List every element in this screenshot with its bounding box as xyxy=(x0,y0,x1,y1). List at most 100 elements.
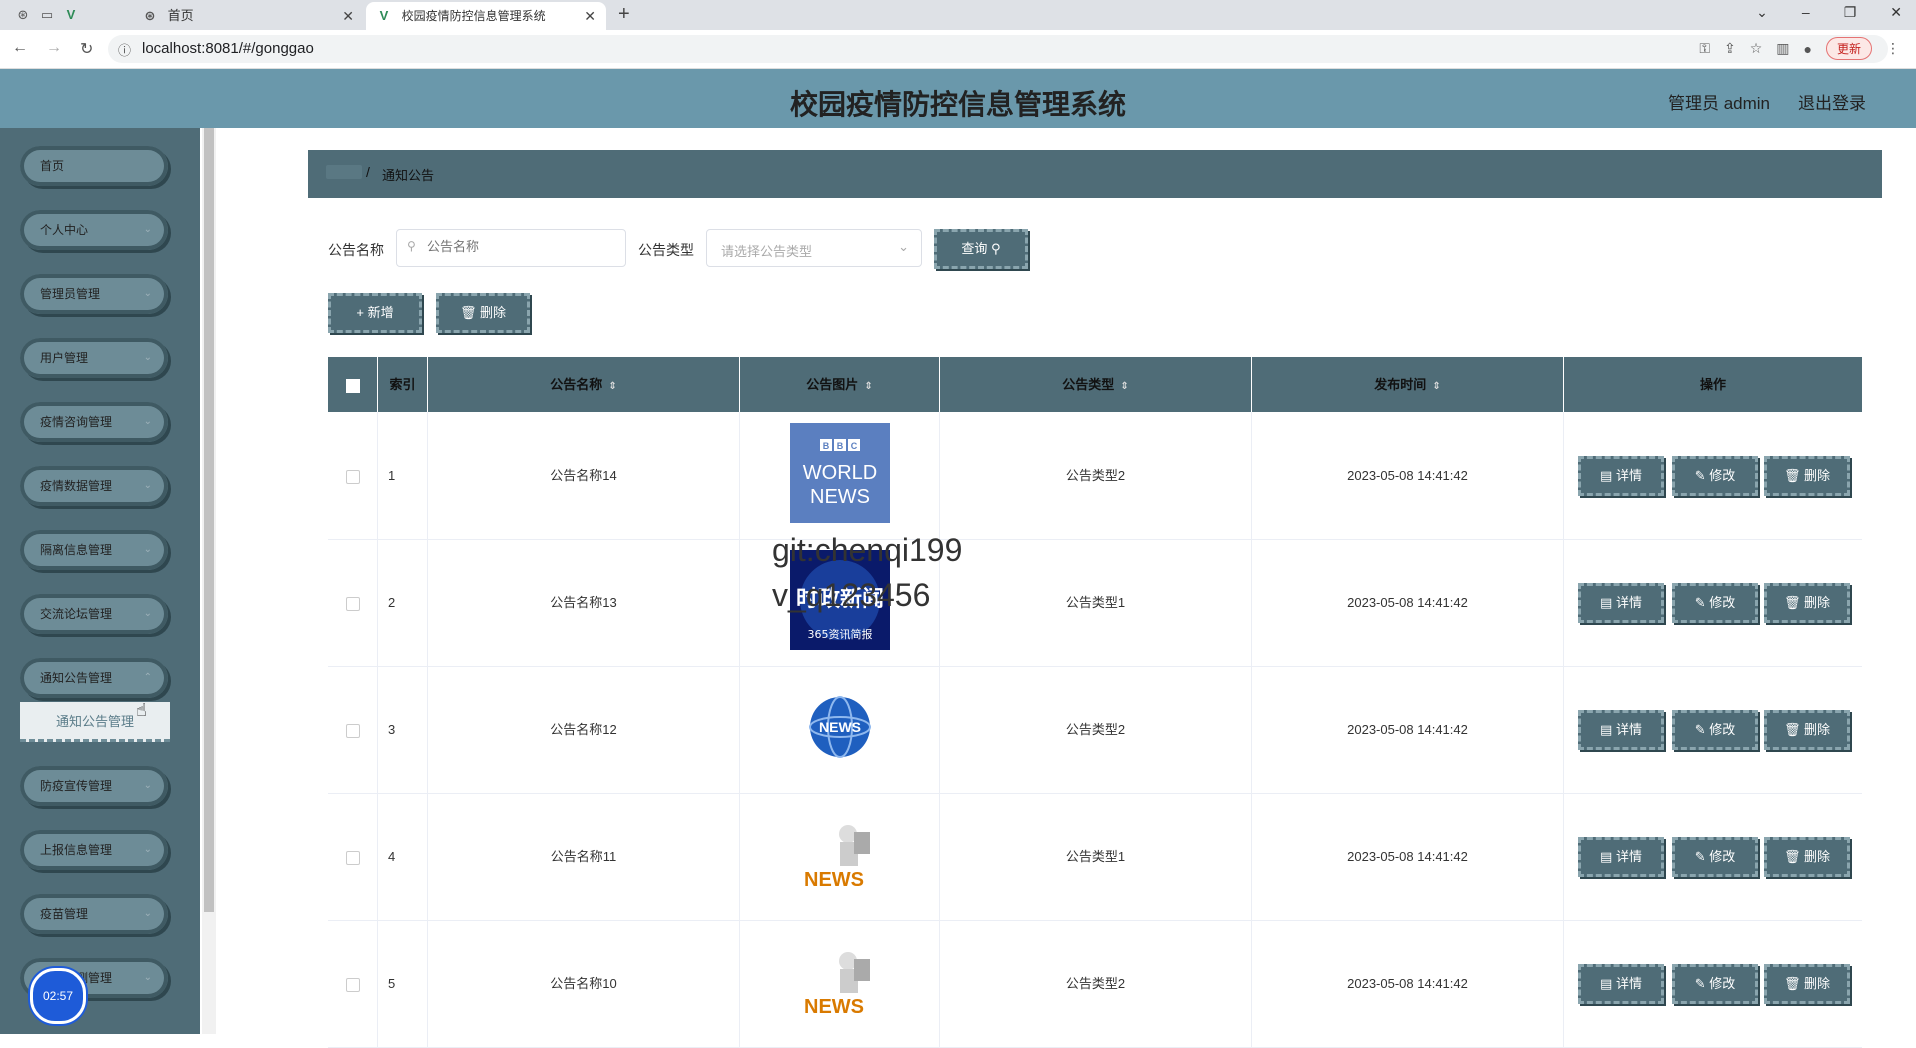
vue-icon[interactable]: V xyxy=(62,6,80,24)
select-all-checkbox[interactable] xyxy=(345,378,360,393)
batch-delete-button[interactable]: 🗑 删除 xyxy=(436,293,530,333)
delete-button[interactable]: 🗑 删除 xyxy=(1764,710,1850,750)
bbc-news-image[interactable]: B B C WORLD NEWS xyxy=(790,423,890,523)
row-time: 2023-05-08 14:41:42 xyxy=(1252,793,1564,920)
profile-icon[interactable]: ● xyxy=(1804,41,1812,57)
notice-name-field[interactable] xyxy=(425,238,619,255)
vue-icon: V xyxy=(379,8,389,23)
reader-news-image[interactable]: NEWS xyxy=(790,804,890,904)
close-icon[interactable]: ✕ xyxy=(342,2,354,30)
reader-news-image[interactable]: NEWS xyxy=(790,931,890,1031)
sidebar: 首页 个人中心 ⌄ 管理员管理 ⌄ 用户管理 ⌄ 疫情咨询管理 ⌄ 疫情数据管理 ⌄ 隔离… xyxy=(0,128,200,1034)
chevron-down-icon[interactable]: ⌄ xyxy=(1756,4,1768,21)
sort-icon[interactable]: ⇕ xyxy=(1120,381,1128,392)
sidebar-item-vaccine[interactable]: 疫苗管理 ⌄ xyxy=(20,894,168,934)
detail-button[interactable]: ▤ 详情 xyxy=(1578,583,1664,623)
sidebar-item-report[interactable]: 上报信息管理 ⌄ xyxy=(20,830,168,870)
sidebar-item-users[interactable]: 用户管理 ⌄ xyxy=(20,338,168,378)
column-name[interactable]: 公告名称 ⇕ xyxy=(428,357,740,412)
svg-text:WORLD: WORLD xyxy=(803,462,877,484)
detail-button[interactable]: ▤ 详情 xyxy=(1578,710,1664,750)
sidebar-item-epidemic-consult[interactable]: 疫情咨询管理 ⌄ xyxy=(20,402,168,442)
column-image[interactable]: 公告图片 ⇕ xyxy=(740,357,940,412)
reload-icon[interactable]: ↻ xyxy=(80,39,93,59)
sidebar-item-label: 疫苗管理 xyxy=(40,907,89,921)
delete-button[interactable]: 🗑 删除 xyxy=(1764,964,1850,1004)
detail-button[interactable]: ▤ 详情 xyxy=(1578,837,1664,877)
edit-button[interactable]: ✎ 修改 xyxy=(1672,456,1758,496)
menu-icon[interactable]: ⋮ xyxy=(1886,40,1900,57)
row-checkbox[interactable] xyxy=(345,723,360,738)
star-icon[interactable]: ☆ xyxy=(1750,40,1763,57)
sidebar-item-publicity[interactable]: 防疫宣传管理 ⌄ xyxy=(20,766,168,806)
delete-button[interactable]: 🗑 删除 xyxy=(1764,456,1850,496)
row-checkbox[interactable] xyxy=(345,977,360,992)
back-icon[interactable]: ← xyxy=(12,39,28,59)
row-image-cell: NEWS xyxy=(740,920,940,1047)
delete-button[interactable]: 🗑 删除 xyxy=(1764,583,1850,623)
url-field[interactable]: ⓘ localhost:8081/#/gonggao xyxy=(108,35,1888,63)
sidebar-subitem-notices[interactable]: 通知公告管理 xyxy=(20,702,170,742)
column-label: 索引 xyxy=(389,377,416,392)
watermark-line: v_q123456 xyxy=(772,577,931,613)
edit-button[interactable]: ✎ 修改 xyxy=(1672,837,1758,877)
url-text[interactable]: localhost:8081/#/gonggao xyxy=(142,40,314,57)
row-type: 公告类型2 xyxy=(940,412,1252,539)
chevron-down-icon: ⌄ xyxy=(143,608,152,619)
detail-button[interactable]: ▤ 详情 xyxy=(1578,456,1664,496)
edit-button[interactable]: ✎ 修改 xyxy=(1672,583,1758,623)
forward-icon[interactable]: → xyxy=(46,39,62,59)
sidebar-item-isolation[interactable]: 隔离信息管理 ⌄ xyxy=(20,530,168,570)
close-icon[interactable]: ✕ xyxy=(584,2,596,30)
svg-text:365资讯简报: 365资讯简报 xyxy=(808,627,873,641)
row-checkbox[interactable] xyxy=(345,596,360,611)
restore-icon[interactable]: ❐ xyxy=(1844,4,1857,21)
delete-button[interactable]: 🗑 删除 xyxy=(1764,837,1850,877)
column-label: 公告名称 xyxy=(550,377,603,392)
column-time[interactable]: 发布时间 ⇕ xyxy=(1252,357,1564,412)
sidebar-item-forum[interactable]: 交流论坛管理 ⌄ xyxy=(20,594,168,634)
row-checkbox[interactable] xyxy=(345,469,360,484)
sidebar-item-profile[interactable]: 个人中心 ⌄ xyxy=(20,210,168,250)
close-window-icon[interactable]: ✕ xyxy=(1890,4,1902,21)
tab-system[interactable]: V 校园疫情防控信息管理系统 ✕ xyxy=(366,2,606,30)
row-actions: ▤ 详情 ✎ 修改 🗑 删除 xyxy=(1564,666,1862,793)
breadcrumb-current: 通知公告 xyxy=(382,168,435,183)
browser-tab-bar: ⊛ ▭ V ⊛ 首页 ✕ V 校园疫情防控信息管理系统 ✕ + ⌄ – ❐ ✕ xyxy=(0,0,1916,30)
sort-icon[interactable]: ⇕ xyxy=(864,381,872,392)
column-actions: 操作 xyxy=(1564,357,1862,412)
row-checkbox[interactable] xyxy=(345,850,360,865)
sidebar-item-home[interactable]: 首页 xyxy=(20,146,168,186)
notice-name-label: 公告名称 xyxy=(328,242,384,258)
add-button[interactable]: + 新增 xyxy=(328,293,422,333)
sort-icon[interactable]: ⇕ xyxy=(608,381,616,392)
tab-home[interactable]: ⊛ 首页 ✕ xyxy=(132,2,364,30)
detail-button[interactable]: ▤ 详情 xyxy=(1578,964,1664,1004)
page-icon[interactable]: ▭ xyxy=(38,6,56,24)
notice-name-input[interactable]: ⚲ xyxy=(396,229,626,267)
header-user-area: 管理员 admin 退出登录 xyxy=(1668,89,1866,114)
minimize-icon[interactable]: – xyxy=(1802,4,1810,21)
edit-button[interactable]: ✎ 修改 xyxy=(1672,710,1758,750)
sort-icon[interactable]: ⇕ xyxy=(1432,381,1440,392)
info-icon[interactable]: ⓘ xyxy=(118,40,131,59)
sidebar-item-epidemic-data[interactable]: 疫情数据管理 ⌄ xyxy=(20,466,168,506)
edit-button[interactable]: ✎ 修改 xyxy=(1672,964,1758,1004)
share-icon[interactable]: ⇪ xyxy=(1724,40,1736,57)
globe-icon[interactable]: ⊛ xyxy=(14,6,32,24)
new-tab-button[interactable]: + xyxy=(618,3,630,26)
key-icon[interactable]: ⚿ xyxy=(1699,40,1710,57)
notice-type-select[interactable]: 请选择公告类型 ⌄ xyxy=(706,229,922,267)
globe-news-image[interactable]: NEWS xyxy=(790,677,890,777)
update-button[interactable]: 更新 xyxy=(1825,37,1872,60)
sidebar-item-notices[interactable]: 通知公告管理 ⌃ xyxy=(20,658,168,698)
toolbar-icons: ⚿ ⇪ ☆ ▥ ● 更新 ⋮ xyxy=(1699,37,1900,60)
query-button[interactable]: 查询 ⚲ xyxy=(934,229,1028,269)
sidebar-scrollbar-thumb[interactable] xyxy=(204,128,214,912)
sidebar-item-admins[interactable]: 管理员管理 ⌄ xyxy=(20,274,168,314)
column-type[interactable]: 公告类型 ⇕ xyxy=(940,357,1252,412)
logout-link[interactable]: 退出登录 xyxy=(1798,89,1866,114)
column-label: 操作 xyxy=(1699,377,1726,392)
breadcrumb-home[interactable] xyxy=(326,165,362,179)
sidepanel-icon[interactable]: ▥ xyxy=(1776,40,1789,57)
